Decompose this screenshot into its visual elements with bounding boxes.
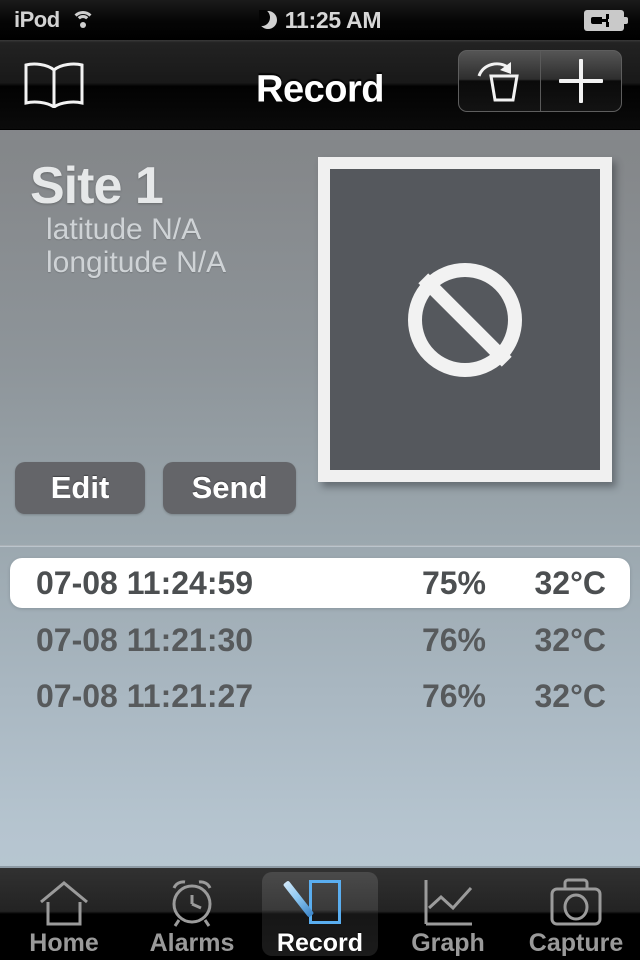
site-latitude: latitude N/A [46,213,202,246]
undo-trash-icon [477,62,520,102]
record-temperature: 32°C [534,622,607,658]
app-screen: iPod 11:25 AM Record Site 1 latitude N/A… [0,0,640,960]
plus-icon [558,59,603,103]
tab-label-capture: Capture [528,929,624,957]
record-timestamp: 07-08 11:24:59 [36,564,254,601]
pen-note-icon [282,876,349,928]
record-timestamp: 07-08 11:21:27 [36,678,254,714]
table-row[interactable]: 07-08 11:21:30 76% 32°C [10,617,630,664]
record-humidity: 75% [421,564,486,601]
record-list: 07-08 11:24:59 75% 32°C 07-08 11:21:30 7… [0,549,640,720]
tab-bar: Home Alarms Record Graph Capture [0,866,640,960]
battery-charging-icon [584,9,628,31]
home-icon [35,876,93,928]
photo-placeholder [330,169,600,470]
camera-icon [547,876,605,928]
delete-record-button[interactable] [459,51,540,111]
clock-label: 11:25 AM [284,6,382,33]
list-divider [0,545,640,547]
record-temperature: 32°C [534,564,607,601]
status-bar-right [584,0,628,40]
nav-segmented-control [458,50,622,112]
tab-label-alarms: Alarms [149,929,235,957]
moon-icon [258,10,277,30]
record-humidity: 76% [421,678,486,714]
tab-capture[interactable]: Capture [512,868,640,960]
status-bar: iPod 11:25 AM [0,0,640,40]
record-humidity: 76% [421,622,486,658]
tab-label-graph: Graph [411,929,485,957]
alarm-clock-icon [163,876,221,928]
edit-button[interactable]: Edit [15,462,145,514]
tab-record[interactable]: Record [256,868,384,960]
record-timestamp: 07-08 11:21:30 [36,622,254,658]
add-record-button[interactable] [539,51,622,111]
send-button[interactable]: Send [163,462,296,514]
tab-alarms[interactable]: Alarms [128,868,256,960]
line-chart-icon [419,876,477,928]
table-row[interactable]: 07-08 11:21:27 76% 32°C [10,673,630,720]
status-bar-center: 11:25 AM [0,0,640,40]
tab-label-home: Home [29,929,99,957]
record-temperature: 32°C [534,678,607,714]
nav-bar: Record [0,40,640,130]
tab-graph[interactable]: Graph [384,868,512,960]
tab-home[interactable]: Home [0,868,128,960]
no-entry-icon [408,262,522,377]
site-longitude: longitude N/A [46,246,227,279]
site-name: Site 1 [30,157,164,215]
site-photo[interactable] [318,157,612,482]
table-row[interactable]: 07-08 11:24:59 75% 32°C [10,558,630,608]
tab-label-record: Record [276,929,364,957]
